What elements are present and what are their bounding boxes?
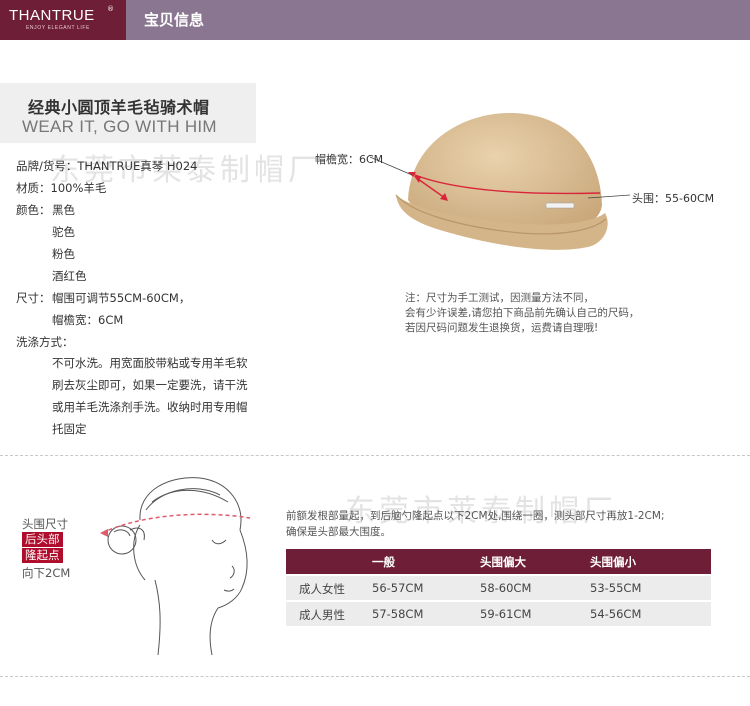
size-table-cell: 58-60CM xyxy=(480,581,532,595)
size-table-cell: 成人女性 xyxy=(299,582,345,596)
spec-size-label: 尺寸： xyxy=(16,291,51,305)
size-table-cell: 53-55CM xyxy=(590,581,642,595)
spec-color-label: 颜色： xyxy=(16,203,51,217)
size-table-header-cell: 一般 xyxy=(372,555,395,569)
spec-color-item: 酒红色 xyxy=(52,269,87,283)
spec-wash-line: 托固定 xyxy=(52,422,87,436)
logo-registered-mark: ® xyxy=(107,5,114,13)
spec-color-item: 粉色 xyxy=(52,247,75,261)
spec-wash-line: 不可水洗。用宽面胶带粘或专用羊毛软 xyxy=(52,356,248,370)
spec-color-item: 黑色 xyxy=(52,203,75,217)
section-title: 宝贝信息 xyxy=(144,11,205,29)
size-table-cell: 54-56CM xyxy=(590,607,642,621)
bottom-divider xyxy=(0,676,750,677)
product-title: 经典小圆顶羊毛毡骑术帽 xyxy=(28,98,210,117)
section-header-bar xyxy=(126,0,750,40)
spec-color-item: 驼色 xyxy=(52,225,75,239)
size-table-header-cell: 头围偏小 xyxy=(590,555,636,569)
size-table-cell: 57-58CM xyxy=(372,607,424,621)
size-table-cell: 56-57CM xyxy=(372,581,424,595)
size-table-cell: 59-61CM xyxy=(480,607,532,621)
section-divider xyxy=(0,455,750,456)
measure-note-line: 会有少许误差,请您拍下商品前先确认自己的尺码， xyxy=(405,307,640,319)
head-label-size: 头围尺寸 xyxy=(22,517,68,531)
size-table-cell: 成人男性 xyxy=(299,608,345,622)
size-table-header-cell: 头围偏大 xyxy=(480,555,526,569)
brim-width-label: 帽檐宽：6CM xyxy=(315,153,384,166)
logo-tagline: ENJOY ELEGANT LIFE xyxy=(26,25,90,31)
spec-wash-line: 刷去灰尘即可，如果一定要洗，请干洗 xyxy=(52,378,248,392)
spec-brim-width: 帽檐宽：6CM xyxy=(52,313,124,327)
size-note-line: 确保是头部最大围度。 xyxy=(286,526,391,538)
head-label-point: 隆起点 xyxy=(22,548,63,563)
head-size-label: 头围：55-60CM xyxy=(632,192,715,205)
product-subtitle: WEAR IT, GO WITH HIM xyxy=(22,117,217,136)
measure-note-line: 若因尺码问题发生退换货，运费请自理哦! xyxy=(405,322,599,334)
spec-wash-line: 或用羊毛洗涤剂手洗。收纳时用专用帽 xyxy=(52,400,248,414)
spec-material: 材质：100%羊毛 xyxy=(16,181,107,195)
spec-brand: 品牌/货号：THANTRUE真琴 H024 xyxy=(16,159,198,173)
spec-size-adjust: 帽围可调节55CM-60CM， xyxy=(52,291,191,305)
size-note-line: 前额发根部量起，到后脑勺隆起点以下2CM处,围绕一圈，测头部尺寸再放1-2CM; xyxy=(286,510,665,522)
hat-illustration xyxy=(369,113,631,250)
spec-wash-label: 洗涤方式： xyxy=(16,335,74,349)
logo-text: THANTRUE xyxy=(9,7,95,24)
measure-note-line: 注：尺寸为手工测试，因测量方法不同， xyxy=(405,292,594,304)
head-label-down: 向下2CM xyxy=(22,566,71,580)
head-label-back: 后头部 xyxy=(22,532,63,547)
head-illustration xyxy=(100,477,251,656)
